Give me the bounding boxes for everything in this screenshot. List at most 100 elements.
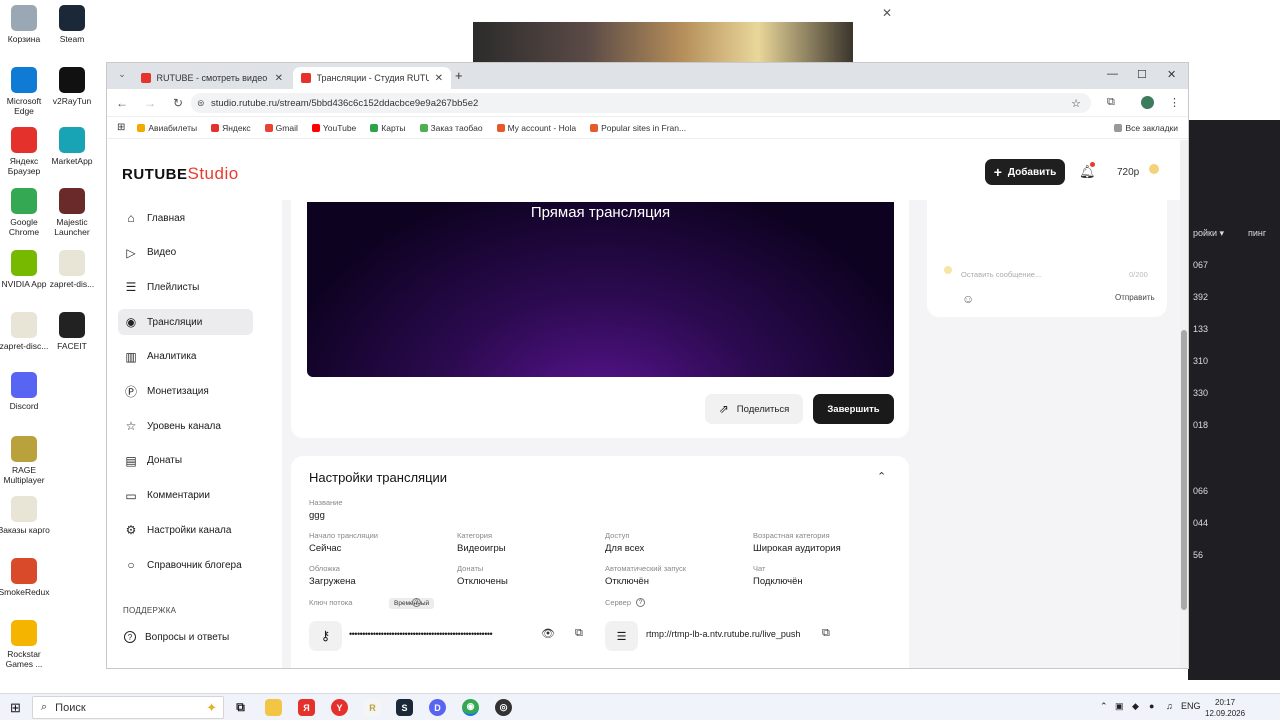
desktop-shortcut[interactable]: SmokeRedux (0, 558, 52, 597)
finish-stream-button[interactable]: Завершить (813, 394, 894, 424)
bookmark-item[interactable]: Авиабилеты (137, 123, 197, 133)
desktop-shortcut[interactable]: Заказы карго (0, 496, 52, 535)
chrome-icon[interactable]: ◉ (462, 699, 479, 716)
stream-key-label: Ключ потока (309, 598, 353, 607)
close-tab-icon[interactable]: ✕ (275, 73, 283, 84)
taskbar-search-input[interactable]: ⌕ Поиск ✦ (32, 696, 224, 719)
desktop-shortcut[interactable]: RAGE Multiplayer (0, 436, 52, 485)
sidebar-item[interactable]: ▷ Видео (118, 240, 253, 266)
tray-apps-icon[interactable]: ▣ (1115, 701, 1124, 712)
steam-icon[interactable]: S (396, 699, 413, 716)
chat-char-counter: 0/200 (1129, 270, 1148, 279)
bookmark-item[interactable]: Яндекс (211, 123, 251, 133)
sidebar-item[interactable]: ◉ Трансляции (118, 309, 253, 336)
start-windows-icon[interactable]: ⊞ (10, 700, 21, 716)
desktop-shortcut[interactable]: Rockstar Games ... (0, 620, 52, 669)
background-app-window: ройки ▾ пинг 067 392 133 310 330 018 066 044 56 (1188, 120, 1280, 680)
bookmark-item[interactable]: Popular sites in Fran... (590, 123, 686, 133)
sidebar-item[interactable]: ⌂ Главная (118, 205, 253, 231)
yandex-browser-icon[interactable]: Y (331, 699, 348, 716)
tab-studio[interactable]: Трансляции - Студия RUTUBE ✕ (293, 67, 451, 89)
reload-icon[interactable]: ↻ (171, 96, 185, 110)
rutube-studio-logo[interactable]: RUTUBEStudio (122, 164, 239, 184)
show-key-eye-icon[interactable]: 👁︎ (541, 627, 555, 640)
monetization-icon: Ⓟ (124, 385, 137, 399)
extensions-icon[interactable]: ⧉ (1107, 96, 1115, 109)
sidebar-item[interactable]: ☆ Уровень канала (118, 413, 253, 439)
minimize-button[interactable]: — (1107, 68, 1118, 80)
sidebar-item[interactable]: ⚙ Настройки канала (118, 517, 253, 543)
shortcut-label: MarketApp (51, 156, 93, 166)
maximize-button[interactable]: ☐ (1137, 68, 1147, 81)
language-indicator[interactable]: ENG (1181, 701, 1201, 711)
help-icon: ? (124, 631, 136, 643)
tray-app2-icon[interactable]: ◆ (1132, 701, 1139, 712)
desktop-shortcut[interactable]: MarketApp (44, 127, 100, 166)
file-explorer-icon[interactable] (265, 699, 282, 716)
bookmark-item[interactable]: Карты (370, 123, 406, 133)
sidebar-item[interactable]: ▭ Комментарии (118, 483, 253, 509)
app-icon (11, 436, 37, 462)
bookmark-item[interactable]: Gmail (264, 122, 298, 133)
video-preview-thumbnail[interactable] (473, 22, 853, 62)
bookmark-label: Gmail (275, 122, 298, 133)
bookmark-item[interactable]: Заказ таобао (419, 123, 483, 133)
desktop-shortcut[interactable]: FACEIT (44, 312, 100, 351)
profile-avatar[interactable] (1141, 96, 1154, 109)
new-tab-button[interactable]: + (455, 68, 463, 83)
stream-key-help-icon[interactable]: ? (412, 598, 421, 607)
yandex-icon[interactable]: Я (298, 699, 315, 716)
chat-message-input[interactable]: Оставить сообщение... (961, 270, 1126, 279)
desktop-shortcut[interactable]: v2RayTun (44, 67, 100, 106)
url-input[interactable]: ⊜ studio.rutube.ru/stream/5bbd436c6c152d… (191, 93, 1091, 113)
copy-server-icon[interactable]: ⧉ (822, 627, 830, 640)
bookmark-item[interactable]: YouTube (311, 123, 356, 133)
collapse-chevron-icon[interactable]: ⌃ (877, 470, 886, 483)
stream-player[interactable]: Прямая трансляция (307, 202, 894, 377)
site-info-icon[interactable]: ⊜ (197, 98, 205, 109)
sidebar-item[interactable]: ▤ Донаты (118, 448, 253, 474)
close-icon[interactable]: ✕ (882, 6, 892, 20)
sidebar-item[interactable]: ▥ Аналитика (118, 344, 253, 370)
player-title: Прямая трансляция (530, 204, 671, 221)
copy-key-icon[interactable]: ⧉ (575, 627, 583, 640)
desktop-shortcut[interactable]: Steam (44, 5, 100, 44)
forward-icon[interactable]: → (143, 96, 157, 110)
scrollbar-thumb[interactable] (1181, 330, 1187, 610)
apps-grid-icon[interactable]: ⊞ (117, 122, 125, 133)
server-help-icon[interactable]: ? (636, 598, 645, 607)
quality-selector[interactable]: 720p (1117, 167, 1139, 178)
tab-rutube[interactable]: RUTUBE - смотреть видео он... ✕ (133, 67, 291, 89)
obs-icon[interactable]: ◎ (495, 699, 512, 716)
sidebar-item-faq[interactable]: ? Вопросы и ответы (118, 624, 253, 650)
volume-icon[interactable]: ♫ (1166, 701, 1173, 711)
sidebar-item[interactable]: ○ Справочник блогера (118, 552, 253, 578)
desktop-shortcut[interactable]: zapret-dis... (44, 250, 100, 289)
rage-icon[interactable]: R (364, 699, 381, 716)
desktop-shortcut[interactable]: Majestic Launcher (44, 188, 100, 237)
task-view-icon[interactable]: ⧉ (232, 699, 249, 716)
page-scrollbar[interactable] (1180, 140, 1188, 668)
notification-dot (1090, 162, 1095, 167)
tab-search-icon[interactable]: ⌄ (115, 69, 129, 80)
app-icon (59, 67, 85, 93)
close-window-button[interactable]: ✕ (1167, 68, 1176, 81)
tray-chevron-icon[interactable]: ⌃ (1100, 701, 1108, 712)
add-button[interactable]: + Добавить (985, 159, 1065, 185)
bookmark-item[interactable]: My account - Hola (496, 123, 576, 133)
close-tab-icon[interactable]: ✕ (435, 73, 443, 84)
back-icon[interactable]: ← (115, 96, 129, 110)
all-bookmarks-link[interactable]: Все закладки (1114, 123, 1178, 133)
tray-app3-icon[interactable]: ● (1149, 701, 1154, 711)
clock[interactable]: 20:17 12.09.2026 (1205, 697, 1245, 719)
chat-send-button[interactable]: Отправить (1115, 293, 1155, 302)
share-button[interactable]: ⇗ Поделиться (705, 394, 803, 424)
desktop-shortcut[interactable]: Discord (0, 372, 52, 411)
emoji-icon[interactable]: ☺ (962, 292, 974, 306)
sidebar-item[interactable]: ☰ Плейлисты (118, 274, 253, 300)
sidebar-item[interactable]: Ⓟ Монетизация (118, 379, 253, 405)
user-avatar[interactable] (1149, 164, 1159, 174)
bookmark-star-icon[interactable]: ☆ (1071, 97, 1081, 110)
discord-icon[interactable]: D (429, 699, 446, 716)
browser-menu-icon[interactable]: ⋮ (1169, 96, 1180, 109)
